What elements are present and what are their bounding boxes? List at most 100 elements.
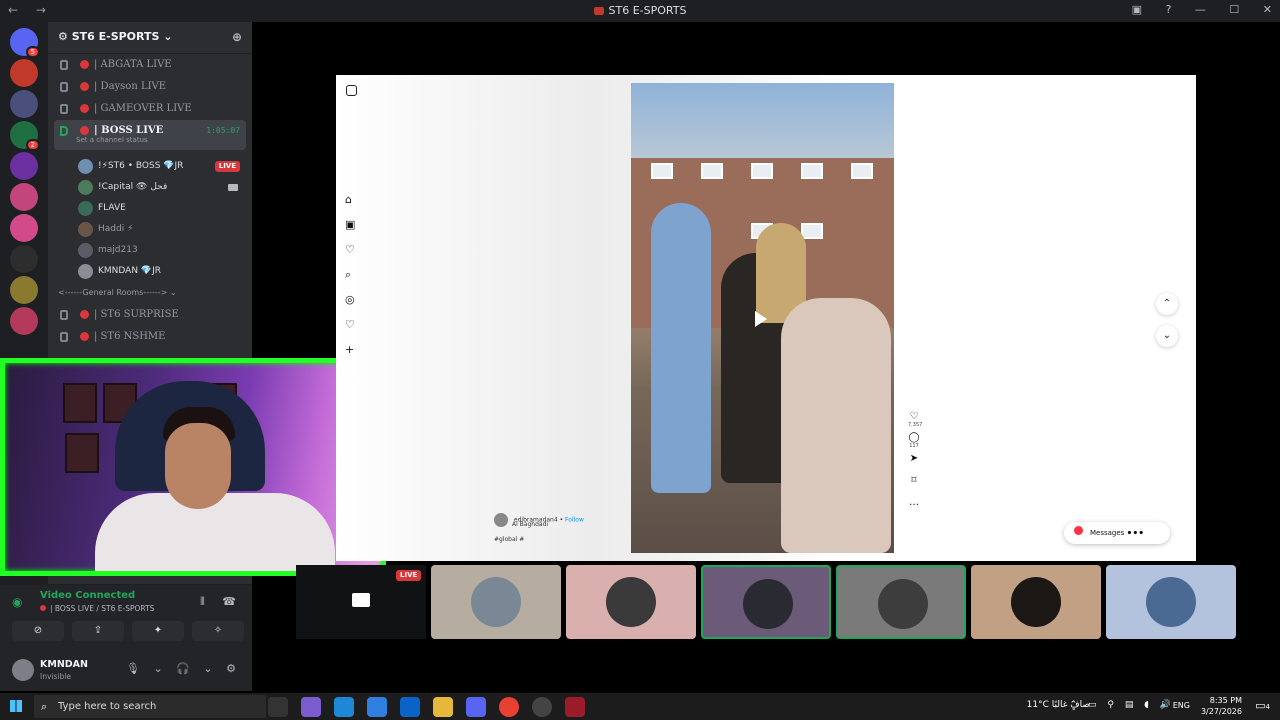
voice-member[interactable]: KMNDAN 💎JR [78, 261, 252, 282]
camera-off-button[interactable]: ⊘ [12, 621, 64, 641]
share-icon[interactable]: ➤ [908, 453, 920, 475]
voice-channel[interactable]: | GAMEOVER LIVE [54, 98, 246, 120]
messages-button[interactable]: Messages ⚫⚫⚫ [1064, 522, 1170, 544]
voice-member[interactable]: FLAVE [78, 198, 252, 219]
user-name[interactable]: KMNDAN [40, 659, 88, 670]
server-icon[interactable] [10, 90, 38, 118]
voice-member[interactable]: !Capital 👁 فحل [78, 177, 252, 198]
plus-icon[interactable]: + [345, 343, 355, 368]
like-icon[interactable]: ♡ [908, 411, 920, 422]
search-icon[interactable]: ⌕ [345, 268, 355, 293]
participant-tile[interactable] [701, 565, 831, 639]
windows-start-icon[interactable] [10, 700, 22, 712]
chevron-down-icon[interactable]: ⌄ [153, 662, 162, 675]
member-name: majd213 [98, 245, 138, 255]
clock[interactable]: 8:35 PM 3/27/2026 [1201, 695, 1242, 717]
language-indicator[interactable]: ENG [1173, 701, 1190, 710]
participant-tile[interactable] [971, 565, 1101, 639]
save-icon[interactable]: ⌑ [908, 475, 920, 497]
inbox-icon[interactable]: ▣ [1132, 3, 1142, 16]
category-header[interactable]: <------General Rooms------> ⌄ [58, 282, 252, 304]
speaker-icon [60, 126, 68, 136]
app-icon[interactable] [565, 697, 585, 717]
server-icon[interactable] [10, 214, 38, 242]
server-icon[interactable] [10, 307, 38, 335]
headphones-icon[interactable]: 🎧 [176, 662, 190, 675]
voice-channel[interactable]: | Dayson LIVE [54, 76, 246, 98]
chrome-icon[interactable] [499, 697, 519, 717]
participant-tile[interactable] [1106, 565, 1236, 639]
store-icon[interactable] [367, 697, 387, 717]
noise-suppression-icon[interactable]: ⫴ [200, 595, 205, 608]
stream-view[interactable]: ⌂ ▣ ♡ ⌕ ◎ ♡ + ♡ 7,357 ◯ 117 ➤ ⌑ … edibra… [336, 75, 1196, 561]
avatar [78, 243, 93, 258]
chevron-down-icon[interactable]: ⌄ [1156, 325, 1178, 347]
voice-status[interactable]: Video Connected [40, 590, 135, 601]
microphone-icon[interactable]: 🎙 [126, 662, 140, 675]
avatar[interactable] [494, 513, 508, 527]
activities-button[interactable]: ✦ [132, 621, 184, 641]
participant-tile[interactable] [836, 565, 966, 639]
live-badge: LIVE [214, 161, 240, 172]
reel-navigation: ⌃ ⌄ [1156, 293, 1178, 357]
voice-channel[interactable]: | ST6 NSHME [54, 326, 246, 348]
window-controls: ▣ ? — ☐ ✕ [1112, 3, 1272, 16]
server-icon[interactable] [10, 245, 38, 273]
home-icon[interactable]: ⌂ [345, 193, 355, 218]
reels-icon[interactable]: ▣ [345, 218, 355, 243]
add-user-icon[interactable]: ⊕ [232, 30, 242, 44]
discord-icon[interactable] [466, 697, 486, 717]
voice-member[interactable]: !⚡ST6 • BOSS 💎JR LIVE [78, 156, 252, 177]
more-icon[interactable]: … [908, 497, 920, 519]
chevron-down-icon[interactable]: ⌄ [203, 662, 212, 675]
screen-share-button[interactable]: ⇪ [72, 621, 124, 641]
play-icon[interactable] [755, 311, 767, 327]
reel-caption: edibramadan4 • Follow Al Baghdadi #globa… [494, 513, 584, 543]
obs-icon[interactable] [532, 697, 552, 717]
signal-icon[interactable]: ◉ [12, 595, 22, 609]
server-icon[interactable] [10, 152, 38, 180]
reel-hashtags[interactable]: #global # [494, 536, 584, 543]
settings-gear-icon[interactable]: ⚙ [226, 662, 236, 675]
guild-header[interactable]: ⚙ ST6 E-SPORTS ⌄ ⊕ [48, 22, 252, 54]
channel-active[interactable]: | BOSS LIVE 1:05:07 Set a channel status [54, 120, 246, 150]
taskbar-search[interactable]: ⌕ Type here to search [34, 695, 266, 718]
server-icon[interactable]: 2 [10, 121, 40, 151]
tray-icons[interactable]: ⌃ ▭ ⚲ ▤ ◖ 🔊 [1070, 700, 1175, 710]
reel-video[interactable] [631, 83, 894, 553]
help-icon[interactable]: ? [1166, 3, 1172, 16]
notification-icon[interactable]: ▭4 [1255, 699, 1270, 712]
close-icon[interactable]: ✕ [1263, 3, 1272, 16]
minimize-icon[interactable]: — [1195, 3, 1206, 16]
instagram-icon[interactable] [346, 85, 357, 96]
heart-icon[interactable]: ♡ [345, 318, 355, 343]
channel-status[interactable]: Set a channel status [76, 134, 148, 146]
explore-icon[interactable]: ◎ [345, 293, 355, 318]
server-icon[interactable] [10, 276, 38, 304]
avatar[interactable] [12, 659, 34, 681]
voice-channel[interactable]: | ABGATA LIVE [54, 54, 246, 76]
messages-label: Messages [1090, 529, 1125, 537]
voice-channel[interactable]: | ST6 SURPRISE [54, 304, 246, 326]
server-icon[interactable] [10, 59, 38, 87]
notifications-icon[interactable]: ♡ [345, 243, 355, 268]
task-view-icon[interactable] [268, 697, 288, 717]
server-icon[interactable]: 5 [10, 28, 40, 58]
follow-link[interactable]: Follow [565, 517, 584, 524]
disconnect-icon[interactable]: ☎ [222, 595, 236, 608]
chevron-up-icon[interactable]: ⌃ [1156, 293, 1178, 315]
comment-icon[interactable]: ◯ [908, 432, 920, 443]
maximize-icon[interactable]: ☐ [1229, 3, 1239, 16]
soundboard-button[interactable]: ✧ [192, 621, 244, 641]
participant-tile[interactable] [431, 565, 561, 639]
file-explorer-icon[interactable] [433, 697, 453, 717]
participant-tile[interactable] [566, 565, 696, 639]
voice-member[interactable]: Haddi ⚡ [78, 219, 252, 240]
voice-channel-path[interactable]: | BOSS LIVE / ST6 E-SPORTS [40, 604, 154, 613]
copilot-icon[interactable] [301, 697, 321, 717]
server-icon[interactable] [10, 183, 38, 211]
edge-icon[interactable] [334, 697, 354, 717]
participant-avatar [471, 577, 521, 627]
voice-member[interactable]: majd213 [78, 240, 252, 261]
mail-icon[interactable] [400, 697, 420, 717]
